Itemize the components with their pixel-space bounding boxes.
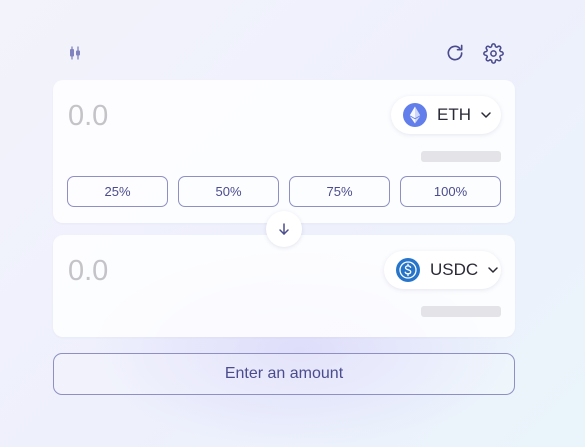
to-token-panel: USDC — [53, 235, 515, 337]
balance-skeleton — [421, 151, 501, 162]
to-token-symbol: USDC — [430, 260, 479, 279]
settings-button[interactable] — [482, 42, 504, 64]
percent-buttons: 25% 50% 75% 100% — [67, 176, 501, 207]
ethereum-logo-icon — [403, 103, 427, 127]
submit-swap-button[interactable]: Enter an amount — [53, 353, 515, 395]
chevron-down-icon — [479, 108, 493, 122]
percent-100-button[interactable]: 100% — [400, 176, 501, 207]
from-token-panel: ETH 25% 50% 75% 100% — [53, 80, 515, 223]
percent-50-button[interactable]: 50% — [178, 176, 279, 207]
from-token-select[interactable]: ETH — [391, 96, 501, 134]
gear-icon — [482, 42, 504, 64]
swap-toolbar — [53, 40, 515, 66]
candlestick-chart-icon — [70, 46, 80, 60]
from-amount-input[interactable] — [68, 97, 318, 135]
from-token-symbol: ETH — [437, 105, 471, 124]
switch-direction-button[interactable] — [266, 211, 302, 247]
balance-skeleton — [421, 306, 501, 317]
arrow-down-icon — [279, 223, 289, 235]
percent-25-button[interactable]: 25% — [67, 176, 168, 207]
usdc-logo-icon — [396, 258, 420, 282]
refresh-icon — [447, 44, 463, 61]
to-amount-input[interactable] — [68, 252, 318, 290]
to-token-select[interactable]: USDC — [384, 251, 501, 289]
chart-toggle-button[interactable] — [65, 43, 85, 63]
percent-75-button[interactable]: 75% — [289, 176, 390, 207]
chevron-down-icon — [486, 263, 500, 277]
refresh-button[interactable] — [444, 42, 466, 64]
